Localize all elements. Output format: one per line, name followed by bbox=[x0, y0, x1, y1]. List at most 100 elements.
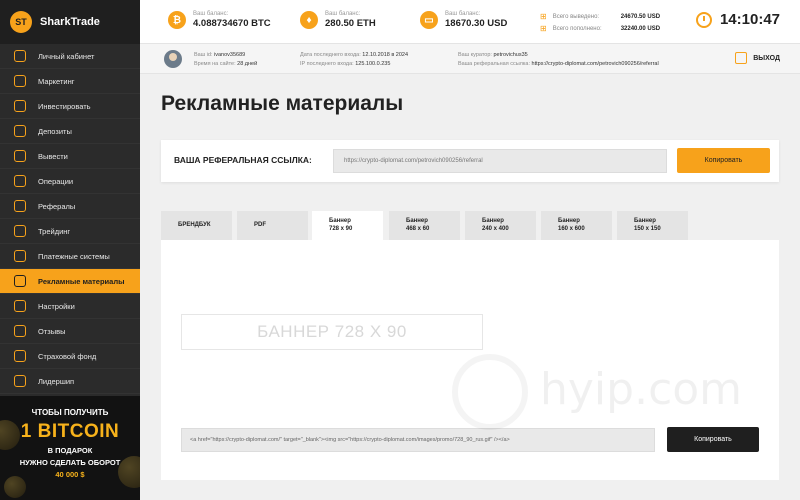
stat-value: 32240.00 USD bbox=[620, 25, 661, 32]
settings-icon bbox=[14, 300, 26, 312]
sidebar-item-label: Настройки bbox=[38, 301, 75, 311]
avatar[interactable] bbox=[164, 50, 182, 68]
sidebar-item[interactable]: Страховой фонд bbox=[0, 344, 140, 369]
balance-label: Ваш баланс: bbox=[445, 11, 481, 17]
stat-label: Всего пополнено: bbox=[552, 25, 602, 32]
logout-label: ВЫХОД bbox=[753, 54, 780, 62]
tab-label: Баннер bbox=[634, 218, 656, 224]
sidebar-item-label: Рекламные материалы bbox=[38, 276, 125, 286]
time-on-site: 28 дней bbox=[237, 61, 258, 67]
coin-icon bbox=[118, 456, 140, 488]
logout-button[interactable]: ВЫХОД bbox=[735, 52, 780, 64]
sidebar-item[interactable]: Лидершип bbox=[0, 369, 140, 394]
referral-info: Ваш куратор: petrovichus35 Ваша рефераль… bbox=[458, 51, 659, 69]
coin-icon bbox=[4, 476, 26, 498]
sidebar-item[interactable]: Платежные системы bbox=[0, 244, 140, 269]
promo-headline: 1 BITCOIN bbox=[20, 421, 120, 442]
sidebar-item[interactable]: Маркетинг bbox=[0, 69, 140, 94]
sidebar-item-label: Страховой фонд bbox=[38, 351, 97, 361]
tab[interactable]: PDF bbox=[237, 211, 308, 240]
tab[interactable]: Баннер 150 x 150 bbox=[617, 211, 688, 240]
tab-label: Баннер bbox=[406, 218, 428, 224]
banner-panel: БАННЕР 728 X 90 <a href="https://crypto-… bbox=[161, 240, 779, 480]
tab-size: 240 x 400 bbox=[482, 225, 509, 232]
sidebar-item[interactable]: Трейдинг bbox=[0, 219, 140, 244]
header: ₿ Ваш баланс: 4.088734670 BTC ♦ Ваш бала… bbox=[140, 0, 800, 44]
sidebar-item-label: Отзывы bbox=[38, 326, 66, 336]
sidebar-item-label: Вывести bbox=[38, 151, 68, 161]
sidebar-item[interactable]: Отзывы bbox=[0, 319, 140, 344]
referral-link-box: ВАША РЕФЕРАЛЬНАЯ ССЫЛКА: https://crypto-… bbox=[161, 140, 779, 182]
invest-icon bbox=[14, 100, 26, 112]
tab-size: 150 x 150 bbox=[634, 225, 661, 232]
tab[interactable]: Баннер 160 x 600 bbox=[541, 211, 612, 240]
stat-deposited: ⊞ Всего пополнено: 32240.00 USD bbox=[540, 24, 660, 33]
sidebar-item-label: Трейдинг bbox=[38, 226, 71, 236]
tab[interactable]: Баннер 468 x 60 bbox=[389, 211, 460, 240]
user-id-label: Ваш id: bbox=[194, 52, 213, 58]
promo-icon bbox=[14, 275, 26, 287]
last-ip: 125.100.0.235 bbox=[355, 61, 391, 67]
userbar-ref-label: Ваша реферальная ссылка: bbox=[458, 61, 530, 67]
sidebar-item[interactable]: Инвестировать bbox=[0, 94, 140, 119]
card-icon: ▭ bbox=[420, 11, 438, 29]
curator: petrovichus35 bbox=[493, 52, 528, 58]
payment-icon bbox=[14, 250, 26, 262]
sidebar-item-label: Личный кабинет bbox=[38, 51, 95, 61]
tab-label: PDF bbox=[254, 222, 266, 228]
tab-label: Баннер bbox=[558, 218, 580, 224]
stat-value: 24670.50 USD bbox=[620, 13, 661, 20]
clock-time: 14:10:47 bbox=[719, 11, 780, 28]
promo-banner[interactable]: ЧТОБЫ ПОЛУЧИТЬ 1 BITCOIN В ПОДАРОК НУЖНО… bbox=[0, 396, 140, 500]
logo-icon: ST bbox=[10, 11, 32, 33]
insurance-icon bbox=[14, 350, 26, 362]
sidebar-item[interactable]: Операции bbox=[0, 169, 140, 194]
brand[interactable]: ST SharkTrade bbox=[0, 0, 140, 44]
last-ip-label: IP последнего входа: bbox=[300, 61, 354, 67]
login-info: Дата последнего входа: 12.10.2018 в 2024… bbox=[300, 51, 408, 69]
app-name: SharkTrade bbox=[40, 16, 100, 28]
tab-size: 468 x 60 bbox=[406, 225, 430, 232]
tab-label: БРЕНДБУК bbox=[178, 222, 211, 228]
user-bar: Ваш id: ivanov35689 Время на сайте: 28 д… bbox=[140, 44, 800, 74]
tab-size: 160 x 600 bbox=[558, 225, 585, 232]
stat-label: Всего выведено: bbox=[552, 13, 600, 20]
sidebar-item[interactable]: Депозиты bbox=[0, 119, 140, 144]
user-icon bbox=[14, 50, 26, 62]
sidebar-item[interactable]: Рекламные материалы bbox=[0, 269, 140, 294]
withdraw-icon: ⊞ bbox=[540, 12, 547, 21]
referral-link-field[interactable]: https://crypto-diplomat.com/petrovich090… bbox=[333, 149, 667, 173]
curator-label: Ваш куратор: bbox=[458, 52, 492, 58]
promo-line: В ПОДАРОК bbox=[47, 446, 93, 455]
copy-code-button[interactable]: Копировать bbox=[667, 427, 759, 452]
copy-referral-button[interactable]: Копировать bbox=[677, 148, 770, 173]
sidebar-item[interactable]: Вывести bbox=[0, 144, 140, 169]
banner-code-field[interactable]: <a href="https://crypto-diplomat.com/" t… bbox=[181, 428, 655, 452]
reviews-icon bbox=[14, 325, 26, 337]
tab[interactable]: Баннер 728 x 90 bbox=[312, 211, 383, 241]
balance-eth: ♦ Ваш баланс: 280.50 ETH bbox=[300, 11, 376, 29]
logout-icon bbox=[735, 52, 748, 64]
megaphone-icon bbox=[14, 75, 26, 87]
sidebar-item-label: Лидершип bbox=[38, 376, 75, 386]
sidebar-item[interactable]: Рефералы bbox=[0, 194, 140, 219]
ethereum-icon: ♦ bbox=[300, 11, 318, 29]
bitcoin-icon: ₿ bbox=[168, 11, 186, 29]
trading-icon bbox=[14, 225, 26, 237]
operations-icon bbox=[14, 175, 26, 187]
sidebar-item[interactable]: Личный кабинет bbox=[0, 44, 140, 69]
sidebar-item[interactable]: Настройки bbox=[0, 294, 140, 319]
page-title: Рекламные материалы bbox=[161, 92, 404, 115]
tab-label: Баннер bbox=[329, 218, 351, 224]
userbar-ref-link[interactable]: https://crypto-diplomat.com/petrovich090… bbox=[532, 61, 659, 67]
tab[interactable]: Баннер 240 x 400 bbox=[465, 211, 536, 240]
tab-label: Баннер bbox=[482, 218, 504, 224]
sidebar-item-label: Депозиты bbox=[38, 126, 72, 136]
tab[interactable]: БРЕНДБУК bbox=[161, 211, 232, 240]
sidebar-item-label: Рефералы bbox=[38, 201, 76, 211]
sidebar: ST SharkTrade Личный кабинет Маркетинг Инв… bbox=[0, 0, 140, 500]
sidebar-item-label: Маркетинг bbox=[38, 76, 75, 86]
last-visit-label: Дата последнего входа: bbox=[300, 52, 361, 58]
user-id: ivanov35689 bbox=[214, 52, 246, 58]
leadership-icon bbox=[14, 375, 26, 387]
